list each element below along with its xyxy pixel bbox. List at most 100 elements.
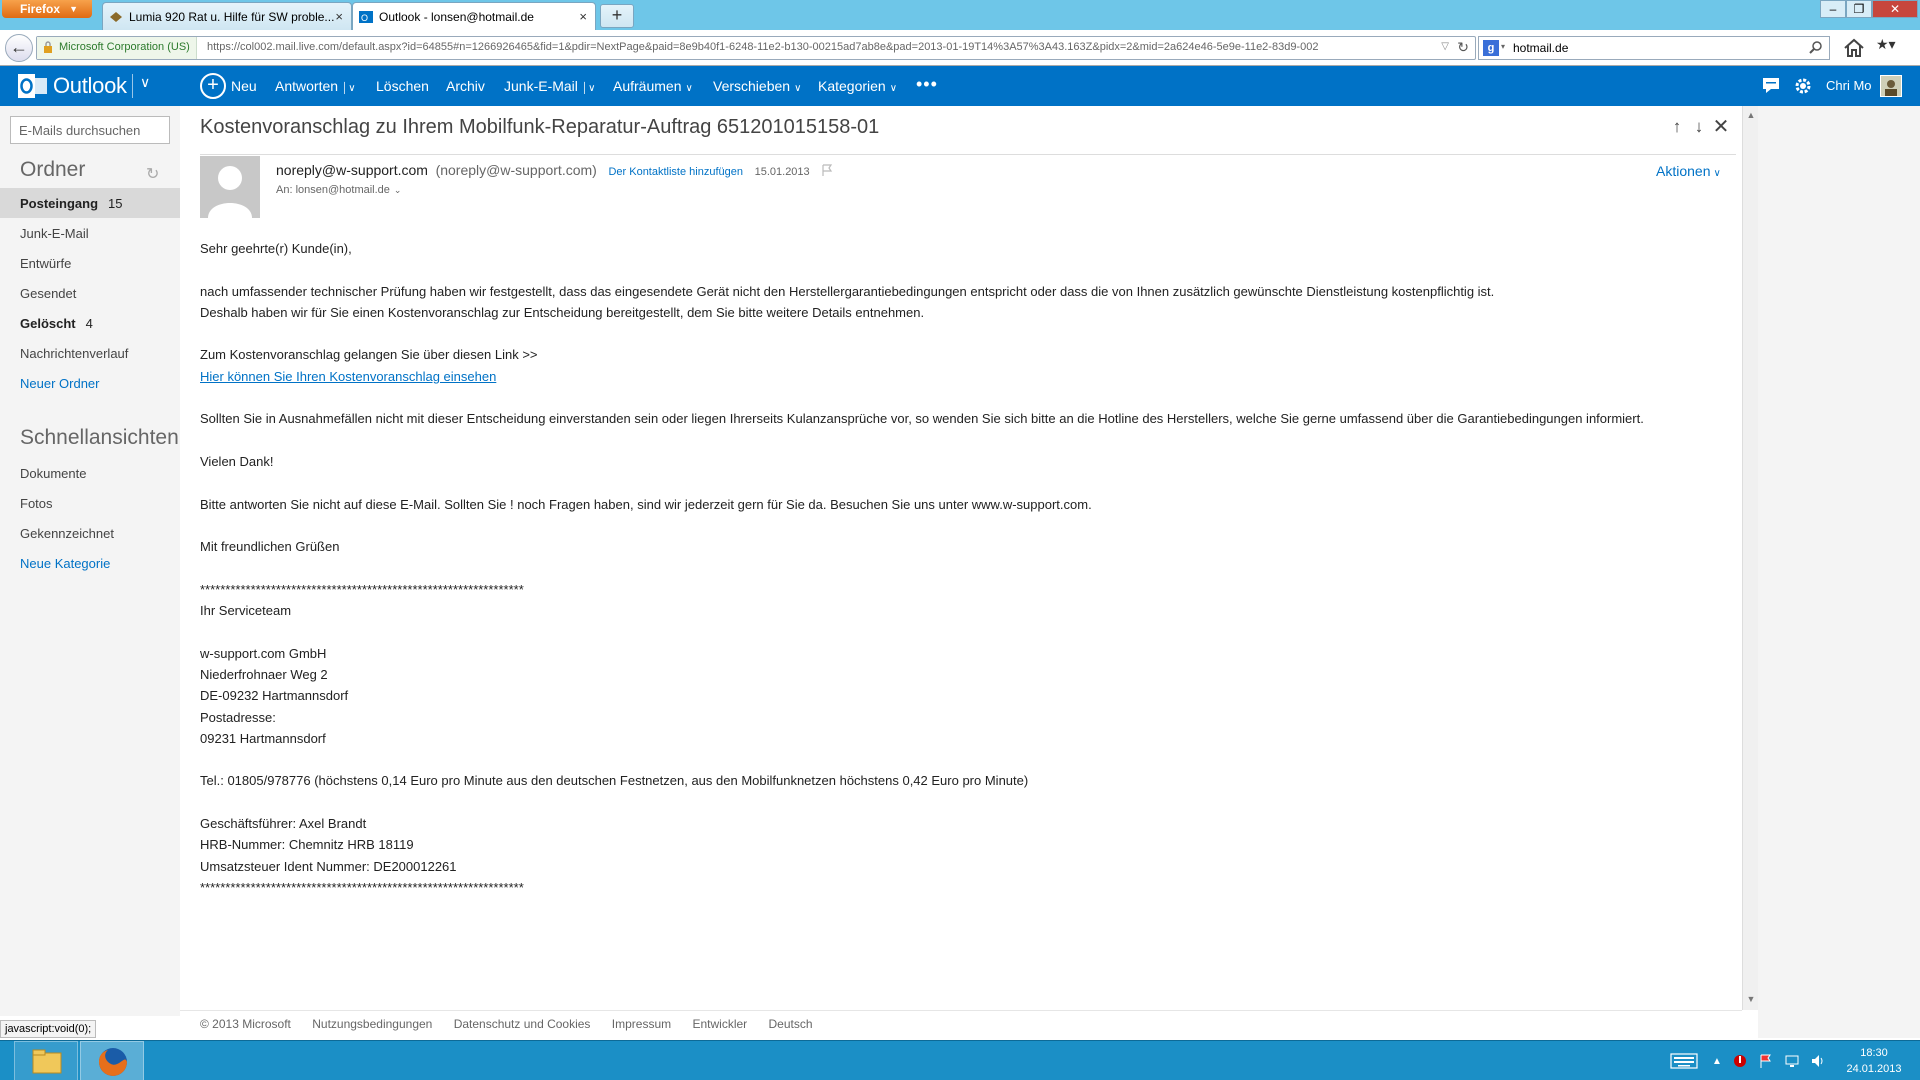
quick-view-label: Fotos	[20, 496, 53, 511]
window-close-button[interactable]: ✕	[1872, 0, 1918, 18]
site-identity[interactable]: Microsoft Corporation (US)	[37, 37, 197, 59]
mail-search-input[interactable]: E-Mails durchsuchen	[10, 116, 170, 144]
unread-count: 4	[85, 316, 93, 331]
folder-label: Junk-E-Mail	[20, 226, 89, 241]
browser-tab-outlook[interactable]: O Outlook - lonsen@hotmail.de ×	[352, 2, 596, 30]
expand-recipients-icon[interactable]: ⌄	[394, 185, 402, 195]
categories-label: Kategorien	[818, 78, 886, 94]
cost-estimate-link[interactable]: Hier können Sie Ihren Kostenvoranschlag …	[200, 369, 496, 384]
antivirus-icon[interactable]	[1732, 1053, 1748, 1069]
divider	[200, 154, 1736, 155]
firefox-menu-label: Firefox	[20, 2, 61, 16]
divider	[132, 74, 133, 98]
body-thanks: Vielen Dank!	[200, 453, 274, 469]
tab-close-icon[interactable]: ×	[335, 9, 343, 24]
reload-icon[interactable]: ↻	[1457, 39, 1469, 56]
new-tab-button[interactable]: +	[600, 4, 634, 28]
volume-icon[interactable]	[1810, 1053, 1826, 1069]
window-restore-button[interactable]: ❐	[1846, 0, 1872, 18]
reply-button[interactable]: Antworten │∨	[275, 78, 356, 94]
outlook-logo[interactable]: Outlook	[18, 72, 127, 100]
add-to-contacts-link[interactable]: Der Kontaktliste hinzufügen	[608, 166, 743, 178]
sweep-button[interactable]: Aufräumen ∨	[613, 78, 693, 94]
settings-gear-icon[interactable]	[1793, 76, 1813, 96]
folder-conversation-history[interactable]: Nachrichtenverlauf	[0, 338, 180, 368]
search-bar[interactable]: g ▾ hotmail.de	[1478, 36, 1830, 60]
signature-separator: ****************************************…	[200, 879, 524, 895]
message-date: 15.01.2013	[754, 166, 810, 178]
body-greeting: Sehr geehrte(r) Kunde(in),	[200, 241, 352, 256]
sender-avatar[interactable]	[200, 156, 260, 218]
sender-address: (noreply@w-support.com)	[435, 162, 597, 178]
show-hidden-icons-icon[interactable]: ▲	[1712, 1056, 1722, 1067]
messenger-chat-icon[interactable]	[1762, 77, 1780, 93]
tab-title: Outlook - lonsen@hotmail.de	[379, 10, 534, 24]
new-folder-link[interactable]: Neuer Ordner	[0, 368, 180, 398]
archive-button[interactable]: Archiv	[446, 78, 485, 94]
back-button[interactable]: ←	[5, 34, 33, 62]
unread-count: 15	[108, 196, 123, 211]
keyboard-icon[interactable]	[1670, 1053, 1698, 1069]
close-icon[interactable]: ✕	[1712, 117, 1730, 137]
move-button[interactable]: Verschieben ∨	[713, 78, 801, 94]
categories-button[interactable]: Kategorien ∨	[818, 78, 897, 94]
new-category-link[interactable]: Neue Kategorie	[0, 548, 180, 578]
footer-language-link[interactable]: Deutsch	[769, 1017, 813, 1031]
chevron-down-icon[interactable]: │∨	[342, 83, 356, 94]
new-mail-plus-icon[interactable]: +	[200, 73, 226, 99]
system-clock[interactable]: 18:30 24.01.2013	[1834, 1045, 1914, 1077]
quick-view-flagged[interactable]: Gekennzeichnet	[0, 518, 180, 548]
app-switcher-chevron-icon[interactable]: ∨	[140, 74, 150, 91]
folder-label: Gelöscht	[20, 316, 76, 331]
firefox-menu-button[interactable]: Firefox ▼	[2, 0, 92, 18]
folder-junk[interactable]: Junk-E-Mail	[0, 218, 180, 248]
signature-street: Niederfrohnaer Weg 2	[200, 666, 328, 682]
footer-terms-link[interactable]: Nutzungsbedingungen	[312, 1017, 432, 1031]
taskbar-firefox-button[interactable]	[80, 1041, 144, 1080]
refresh-icon[interactable]: ↻	[146, 164, 159, 184]
footer-developers-link[interactable]: Entwickler	[692, 1017, 747, 1031]
more-commands-button[interactable]: •••	[916, 74, 938, 95]
search-icon[interactable]	[1809, 40, 1823, 54]
bookmarks-menu-icon[interactable]: ★▾	[1876, 36, 1912, 60]
url-history-dropdown-icon[interactable]: ▽	[1441, 41, 1449, 52]
actions-menu-button[interactable]: Aktionen ∨	[1656, 163, 1721, 179]
taskbar-explorer-button[interactable]	[14, 1041, 78, 1080]
next-message-arrow-icon[interactable]: ↓	[1690, 118, 1708, 136]
footer-copyright: © 2013 Microsoft	[200, 1017, 291, 1031]
user-name[interactable]: Chri Mo	[1826, 78, 1872, 93]
delete-button[interactable]: Löschen	[376, 78, 429, 94]
folder-label: Gesendet	[20, 286, 77, 301]
folder-deleted[interactable]: Gelöscht 4	[0, 308, 180, 338]
action-center-flag-icon[interactable]	[1758, 1053, 1774, 1069]
scroll-down-icon[interactable]: ▼	[1745, 992, 1757, 1006]
reading-pane-scrollbar[interactable]: ▲ ▼	[1742, 106, 1758, 1010]
search-engine-dropdown-icon[interactable]: ▾	[1501, 42, 1505, 51]
search-input[interactable]: hotmail.de	[1513, 41, 1568, 55]
chevron-down-icon[interactable]: │∨	[582, 83, 596, 94]
quick-view-documents[interactable]: Dokumente	[0, 458, 180, 488]
url-bar[interactable]: Microsoft Corporation (US) https://col00…	[36, 36, 1476, 60]
url-text[interactable]: https://col002.mail.live.com/default.asp…	[207, 41, 1437, 53]
folder-inbox[interactable]: Posteingang 15	[0, 188, 180, 218]
new-mail-button[interactable]: Neu	[231, 78, 257, 94]
browser-tab-lumia[interactable]: Lumia 920 Rat u. Hilfe für SW proble... …	[102, 2, 352, 30]
flag-icon[interactable]	[821, 164, 833, 176]
junk-button[interactable]: Junk-E-Mail │∨	[504, 78, 595, 94]
folder-label: Nachrichtenverlauf	[20, 346, 129, 361]
window-minimize-button[interactable]: –	[1820, 0, 1846, 18]
folder-drafts[interactable]: Entwürfe	[0, 248, 180, 278]
sender-name[interactable]: noreply@w-support.com	[276, 162, 428, 178]
home-icon[interactable]	[1842, 36, 1866, 60]
folder-sent[interactable]: Gesendet	[0, 278, 180, 308]
footer-imprint-link[interactable]: Impressum	[612, 1017, 671, 1031]
footer-privacy-link[interactable]: Datenschutz und Cookies	[454, 1017, 591, 1031]
network-icon[interactable]	[1784, 1053, 1800, 1069]
user-avatar[interactable]	[1880, 75, 1902, 97]
quick-view-photos[interactable]: Fotos	[0, 488, 180, 518]
google-engine-icon[interactable]: g	[1483, 40, 1499, 56]
previous-message-arrow-icon[interactable]: ↑	[1668, 118, 1686, 136]
scroll-up-icon[interactable]: ▲	[1745, 108, 1757, 122]
right-margin	[1758, 106, 1920, 1038]
tab-close-icon[interactable]: ×	[579, 9, 587, 24]
